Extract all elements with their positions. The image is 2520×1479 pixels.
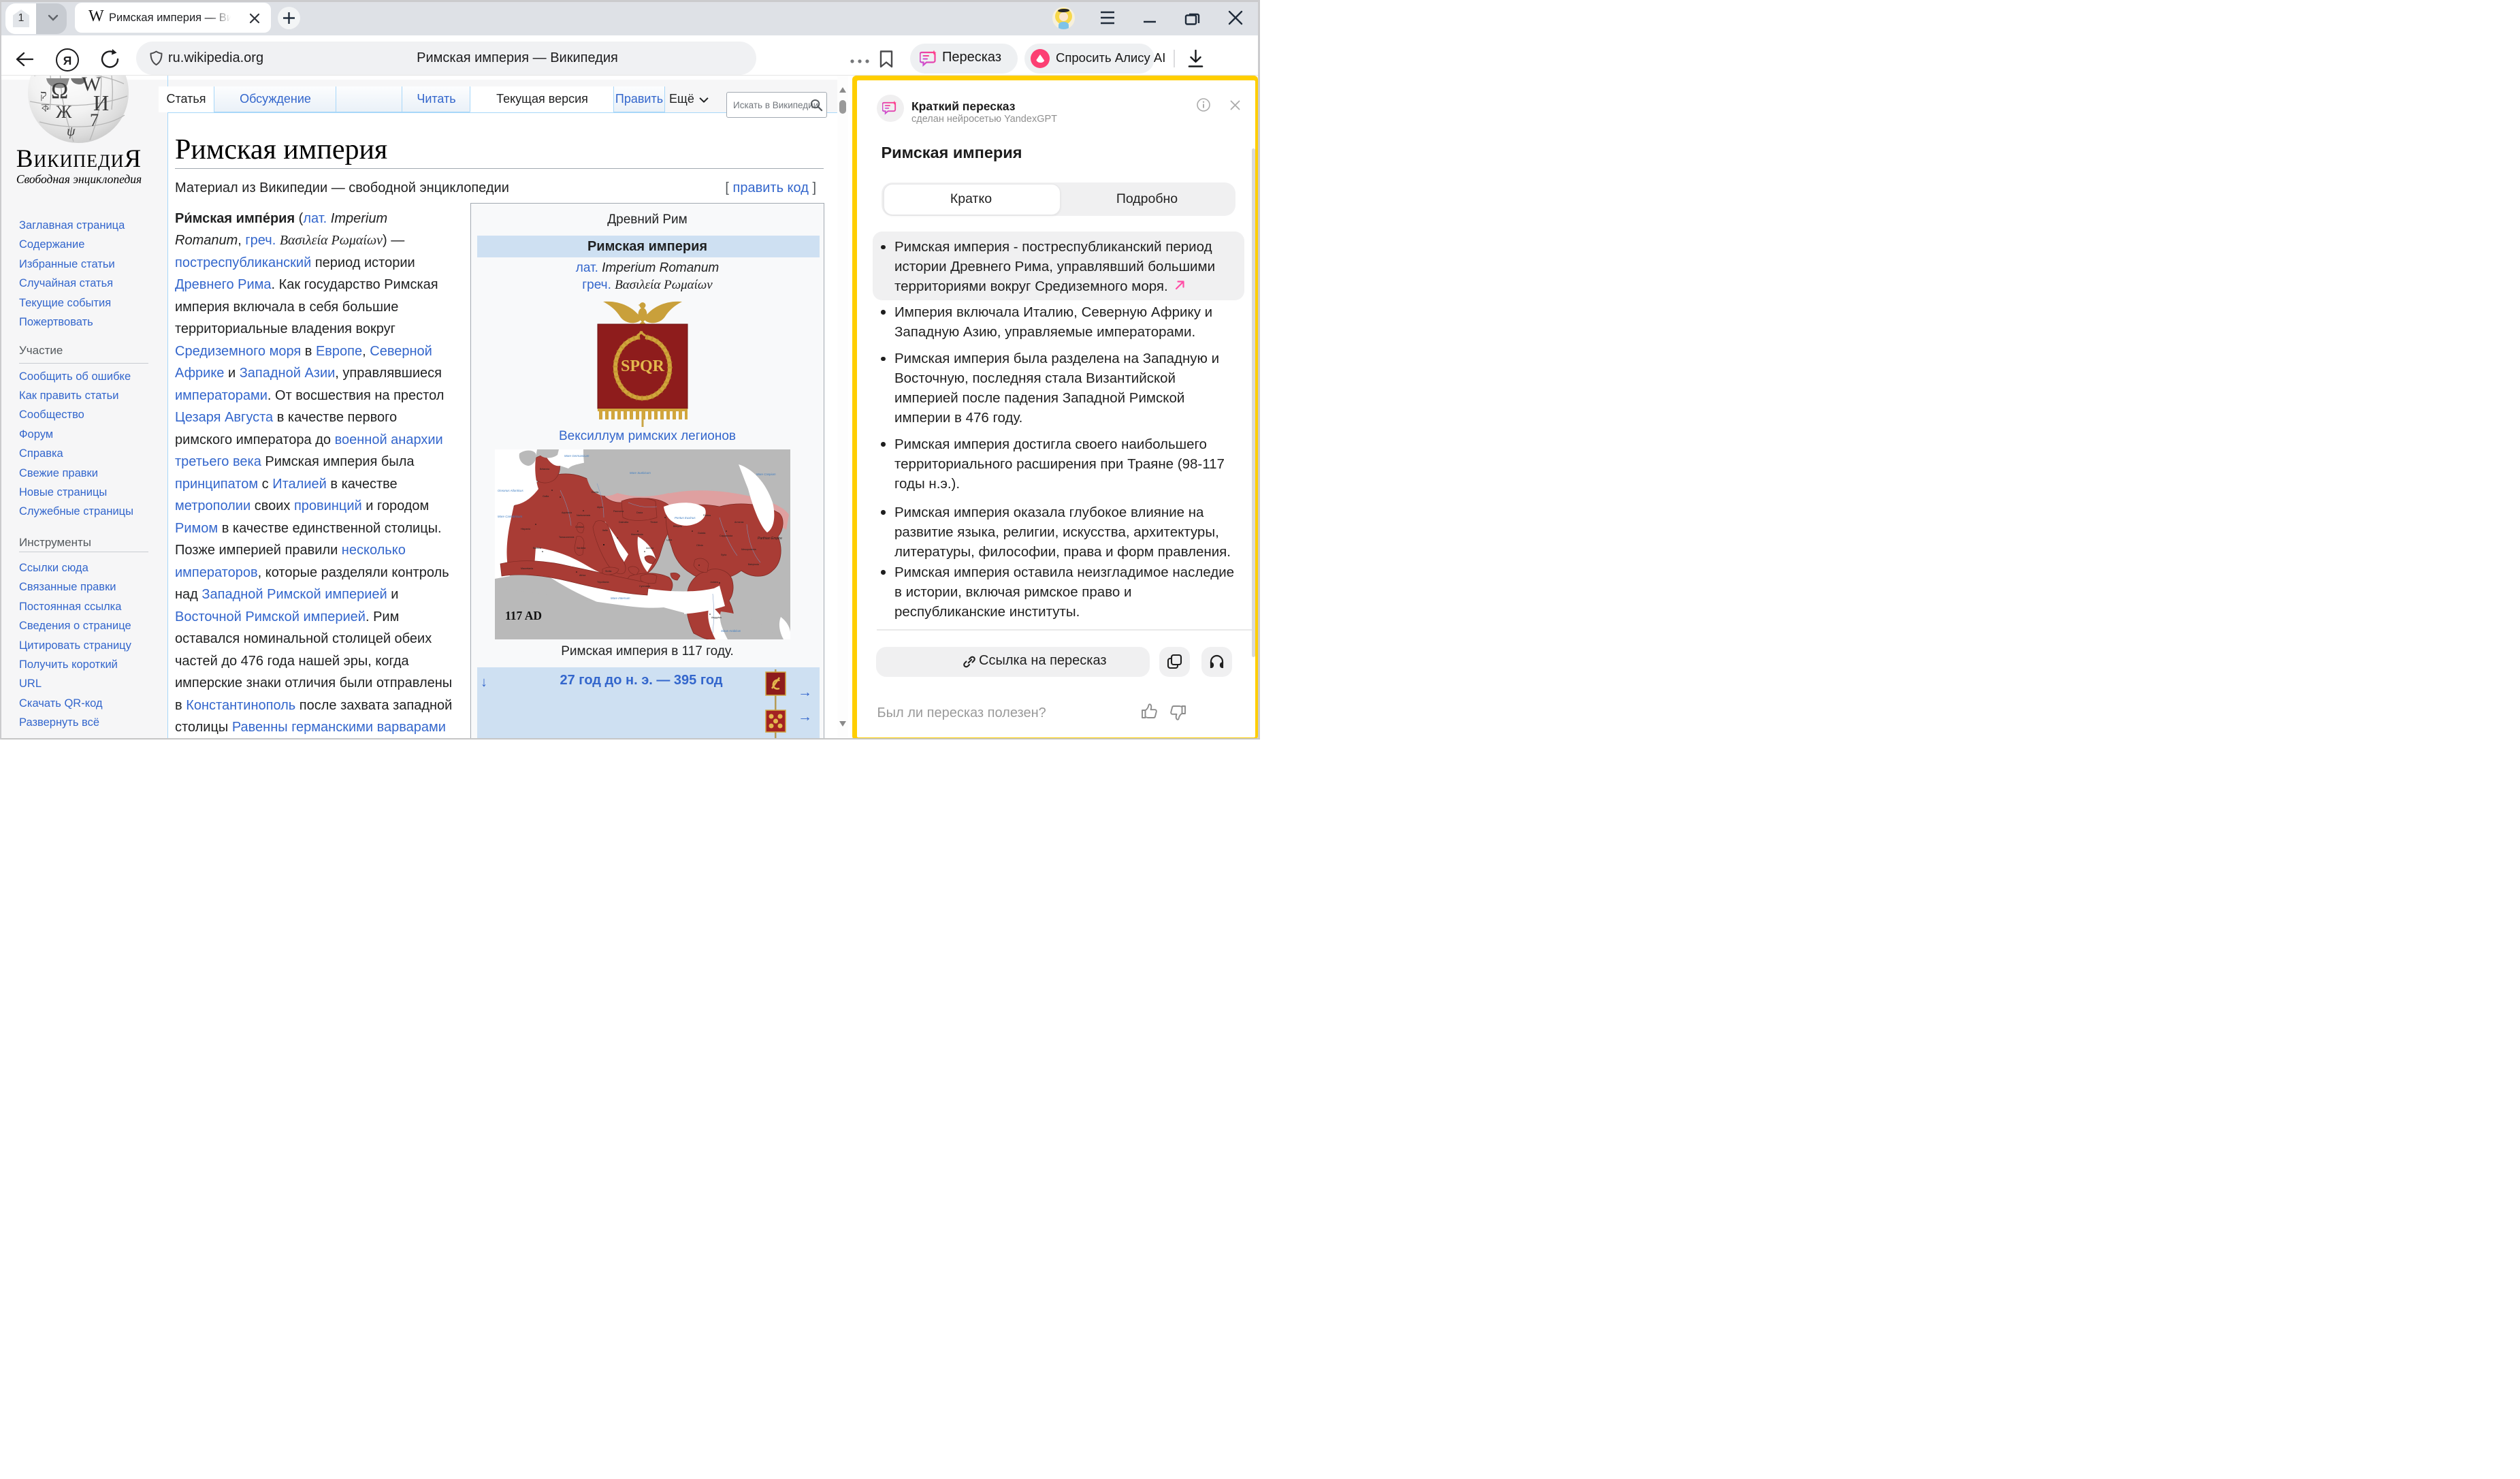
svg-text:Cilicia: Cilicia xyxy=(696,544,703,547)
svg-text:Mare Suebicum: Mare Suebicum xyxy=(630,471,651,475)
svg-text:Galatia: Galatia xyxy=(698,532,705,535)
svg-text:Tarraconensis: Tarraconensis xyxy=(559,536,575,539)
svg-text:Sinus Arabicus: Sinus Arabicus xyxy=(721,629,741,633)
svg-text:Italia: Italia xyxy=(602,529,608,532)
svg-text:Dacia: Dacia xyxy=(636,511,643,514)
svg-text:Pontus Euxinus: Pontus Euxinus xyxy=(675,516,696,520)
svg-text:Tripolitania: Tripolitania xyxy=(597,581,609,584)
svg-text:Ж: Ж xyxy=(56,102,72,122)
svg-text:Parthian Empire: Parthian Empire xyxy=(758,537,782,541)
svg-text:Babylonia: Babylonia xyxy=(748,563,759,566)
svg-text:Oceanus Atlanticus: Oceanus Atlanticus xyxy=(498,489,523,492)
svg-text:117 AD: 117 AD xyxy=(505,609,542,622)
svg-text:ψ: ψ xyxy=(67,124,76,139)
svg-text:Armenia: Armenia xyxy=(734,521,743,524)
svg-text:Achaia: Achaia xyxy=(646,547,653,550)
svg-text:Pannonia: Pannonia xyxy=(613,510,624,513)
svg-text:Sardinia: Sardinia xyxy=(577,547,585,550)
svg-text:Aegyptus: Aegyptus xyxy=(711,616,722,619)
svg-text:Mare Caspium: Mare Caspium xyxy=(756,473,776,476)
svg-text:ק: ק xyxy=(40,88,47,101)
svg-text:Corsica: Corsica xyxy=(575,526,583,528)
svg-text:Judaea: Judaea xyxy=(710,581,718,584)
svg-text:7: 7 xyxy=(90,110,99,130)
svg-text:Macedonia: Macedonia xyxy=(631,533,643,536)
svg-text:SPQR: SPQR xyxy=(621,357,665,375)
svg-text:Mare Germanicum: Mare Germanicum xyxy=(564,454,589,458)
svg-text:Cappadocia: Cappadocia xyxy=(720,535,732,537)
svg-text:Cyrenaica: Cyrenaica xyxy=(639,585,650,588)
svg-text:Aquitania: Aquitania xyxy=(562,511,572,514)
svg-text:Alpes: Alpes xyxy=(597,506,603,509)
svg-text:ক: ক xyxy=(41,103,50,114)
svg-text:Syria: Syria xyxy=(721,554,726,556)
svg-text:Pontus: Pontus xyxy=(703,514,711,517)
svg-text:Raetia: Raetia xyxy=(592,491,598,494)
svg-text:Narbonensis: Narbonensis xyxy=(577,514,590,517)
svg-text:Gallia: Gallia xyxy=(543,495,549,498)
svg-text:Baetica: Baetica xyxy=(533,547,541,550)
svg-text:Britannia: Britannia xyxy=(540,468,549,471)
svg-text:Mauretania: Mauretania xyxy=(521,567,533,570)
svg-text:Africa: Africa xyxy=(579,574,585,577)
svg-text:Mesopotamia: Mesopotamia xyxy=(741,548,756,551)
svg-text:Bithynia: Bithynia xyxy=(673,525,682,528)
svg-text:Lycia: Lycia xyxy=(666,539,672,541)
svg-text:Mare Internum: Mare Internum xyxy=(611,597,630,600)
svg-text:Thrace: Thrace xyxy=(650,521,658,524)
svg-text:Hispania: Hispania xyxy=(521,528,530,530)
svg-text:Dalmatia: Dalmatia xyxy=(619,521,628,524)
svg-text:Mare Cantabricum: Mare Cantabricum xyxy=(498,515,522,518)
svg-text:Ω: Ω xyxy=(51,78,68,104)
svg-text:Sicilia: Sicilia xyxy=(605,570,611,573)
